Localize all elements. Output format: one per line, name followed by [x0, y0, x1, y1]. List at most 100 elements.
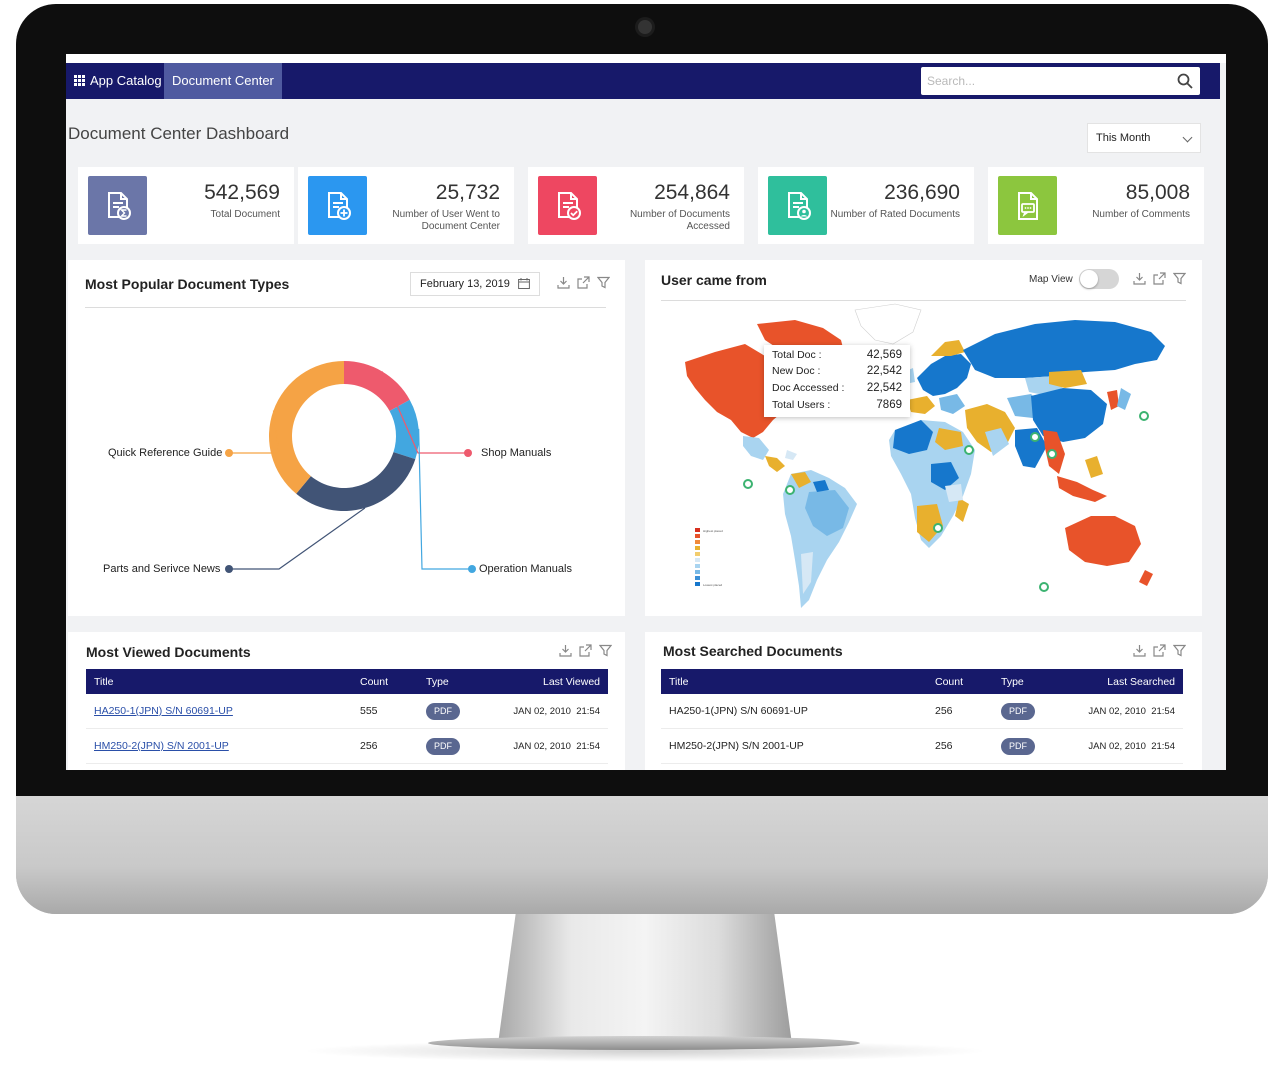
- last-searched-cell: JAN 02, 2010 21:54: [1069, 694, 1183, 729]
- search-box: [921, 67, 1200, 95]
- donut-slice-operation-manuals[interactable]: [389, 399, 419, 460]
- tooltip-row: Total Users : 7869: [772, 399, 902, 415]
- document-link[interactable]: HM250-2(JPN) S/N 2001-UP: [94, 740, 229, 752]
- document-title-cell: HA250-1(JPN) S/N 60691-UP: [86, 694, 352, 729]
- table-row[interactable]: HM250-2(JPN) S/N 2001-UP 256 PDF JAN 02,…: [661, 728, 1183, 764]
- expand-icon[interactable]: [579, 644, 592, 657]
- date-picker[interactable]: February 13, 2019: [410, 272, 540, 296]
- kpi-label: Number of User Went to Document Center: [392, 209, 500, 232]
- search-input[interactable]: [921, 67, 1173, 95]
- kpi-value: 254,864: [654, 181, 730, 204]
- panel-title: Most Viewed Documents: [86, 644, 251, 660]
- donut-label-marker: [468, 565, 476, 573]
- map-tooltip: Total Doc : 42,569 New Doc : 22,542 Doc Ac…: [764, 345, 910, 417]
- donut-label-shop-manuals: Shop Manuals: [481, 447, 552, 459]
- chevron-down-icon: [1182, 132, 1193, 143]
- table-row[interactable]: HA250-1(JPN) S/N 60691-UP 256 PDF JAN 02…: [661, 694, 1183, 729]
- time: 21:54: [1151, 740, 1175, 752]
- document-title-cell: HM250-2(JPN) S/N 2001-UP: [86, 728, 352, 764]
- date: JAN 02, 2010: [513, 740, 571, 752]
- time: 21:54: [1151, 705, 1175, 717]
- legend-highest-label: Highest placed: [703, 529, 723, 533]
- kpi-label: Number of Documents Accessed: [629, 209, 730, 232]
- donut-label-operation-manuals: Operation Manuals: [479, 563, 572, 575]
- filter-icon[interactable]: [599, 644, 612, 657]
- nav-document-center[interactable]: Document Center: [164, 63, 282, 99]
- browser-strip: [66, 54, 1226, 63]
- period-dropdown[interactable]: This Month: [1087, 123, 1201, 153]
- column-header-type[interactable]: Type: [418, 669, 494, 694]
- table-header-row: Title Count Type Last Searched: [661, 669, 1183, 694]
- nav-document-center-label: Document Center: [172, 73, 274, 88]
- document-title-cell: HM250-2(JPN) S/N 2001-UP: [661, 728, 927, 764]
- donut-slice-quick-reference-guide[interactable]: [269, 361, 344, 494]
- pdf-badge: PDF: [1001, 737, 1035, 755]
- tooltip-key: Total Users :: [772, 399, 831, 411]
- period-value: This Month: [1096, 132, 1151, 144]
- last-viewed-cell: JAN 02, 2010 21:54: [494, 728, 608, 764]
- search-icon[interactable]: [1176, 72, 1194, 90]
- app-grid-icon: [74, 75, 85, 86]
- date: JAN 02, 2010: [1088, 705, 1146, 717]
- panel-tools: [1133, 644, 1186, 657]
- map-legend: Highest placed Lowest placed: [695, 528, 723, 587]
- last-searched-cell: JAN 02, 2010 21:54: [1069, 728, 1183, 764]
- document-check-icon: [538, 176, 597, 235]
- kpi-label: Total Document: [210, 209, 280, 220]
- table-row[interactable]: HM250-2(JPN) S/N 2001-UP 256 PDF JAN 02,…: [86, 728, 608, 764]
- kpi-value: 236,690: [884, 181, 960, 204]
- document-link[interactable]: HA250-1(JPN) S/N 60691-UP: [94, 705, 233, 717]
- donut-leader-line: [418, 428, 472, 570]
- nav-app-catalog[interactable]: App Catalog: [66, 63, 170, 99]
- legend-lowest-label: Lowest placed: [703, 583, 723, 587]
- kpi-value: 542,569: [204, 181, 280, 204]
- kpi-value: 25,732: [435, 181, 500, 204]
- monitor-chin: [16, 796, 1268, 914]
- kpi-card-documents-accessed: 254,864 Number of Documents Accessed: [528, 167, 744, 244]
- donut-leader-line: [229, 507, 366, 570]
- donut-label-marker: [225, 565, 233, 573]
- kpi-value: 85,008: [1125, 181, 1190, 204]
- column-header-title[interactable]: Title: [661, 669, 927, 694]
- nav-app-catalog-label: App Catalog: [90, 73, 162, 88]
- tooltip-value: 7869: [876, 399, 902, 411]
- panel-title: Most Searched Documents: [663, 643, 843, 659]
- calendar-icon: [518, 278, 530, 289]
- tooltip-row: New Doc : 22,542: [772, 365, 902, 381]
- column-header-last-viewed[interactable]: Last Viewed: [494, 669, 608, 694]
- column-header-count[interactable]: Count: [927, 669, 993, 694]
- filter-icon[interactable]: [1173, 644, 1186, 657]
- world-map[interactable]: Highest placed Lowest placed: [645, 260, 1202, 616]
- kpi-card-rated-documents: 236,690 Number of Rated Documents: [758, 167, 974, 244]
- column-header-type[interactable]: Type: [993, 669, 1069, 694]
- monitor-stand: [498, 914, 792, 1044]
- table-row[interactable]: HA250-1(JPN) S/N 60691-UP 555 PDF JAN 02…: [86, 694, 608, 729]
- column-header-last-searched[interactable]: Last Searched: [1069, 669, 1183, 694]
- donut-slice-parts-and-serivce-news[interactable]: [296, 452, 416, 511]
- kpi-card-total-documents: 542,569 Total Document: [78, 167, 294, 244]
- date-value: February 13, 2019: [420, 278, 510, 290]
- download-icon[interactable]: [559, 644, 572, 657]
- kpi-card-comments: 85,008 Number of Comments: [988, 167, 1204, 244]
- donut-label-parts-service-news: Parts and Serivce News: [103, 563, 221, 575]
- document-comment-icon: [998, 176, 1057, 235]
- donut-label-marker: [225, 449, 233, 457]
- last-viewed-cell: JAN 02, 2010 21:54: [494, 694, 608, 729]
- type-cell: PDF: [418, 728, 494, 764]
- tooltip-key: Doc Accessed :: [772, 382, 845, 394]
- type-cell: PDF: [993, 694, 1069, 729]
- most-searched-panel: Most Searched Documents Title Count Type…: [645, 632, 1202, 770]
- pdf-badge: PDF: [426, 702, 460, 720]
- tooltip-value: 22,542: [866, 365, 902, 377]
- screen: App Catalog Document Center Document Cen…: [66, 54, 1226, 770]
- column-header-count[interactable]: Count: [352, 669, 418, 694]
- type-cell: PDF: [418, 694, 494, 729]
- table-header-row: Title Count Type Last Viewed: [86, 669, 608, 694]
- document-sum-icon: [88, 176, 147, 235]
- download-icon[interactable]: [1133, 644, 1146, 657]
- column-header-title[interactable]: Title: [86, 669, 352, 694]
- count-cell: 256: [927, 694, 993, 729]
- donut-slice-shop-manuals[interactable]: [344, 361, 410, 411]
- most-searched-table: Title Count Type Last Searched HA250-1(J…: [661, 669, 1183, 764]
- expand-icon[interactable]: [1153, 644, 1166, 657]
